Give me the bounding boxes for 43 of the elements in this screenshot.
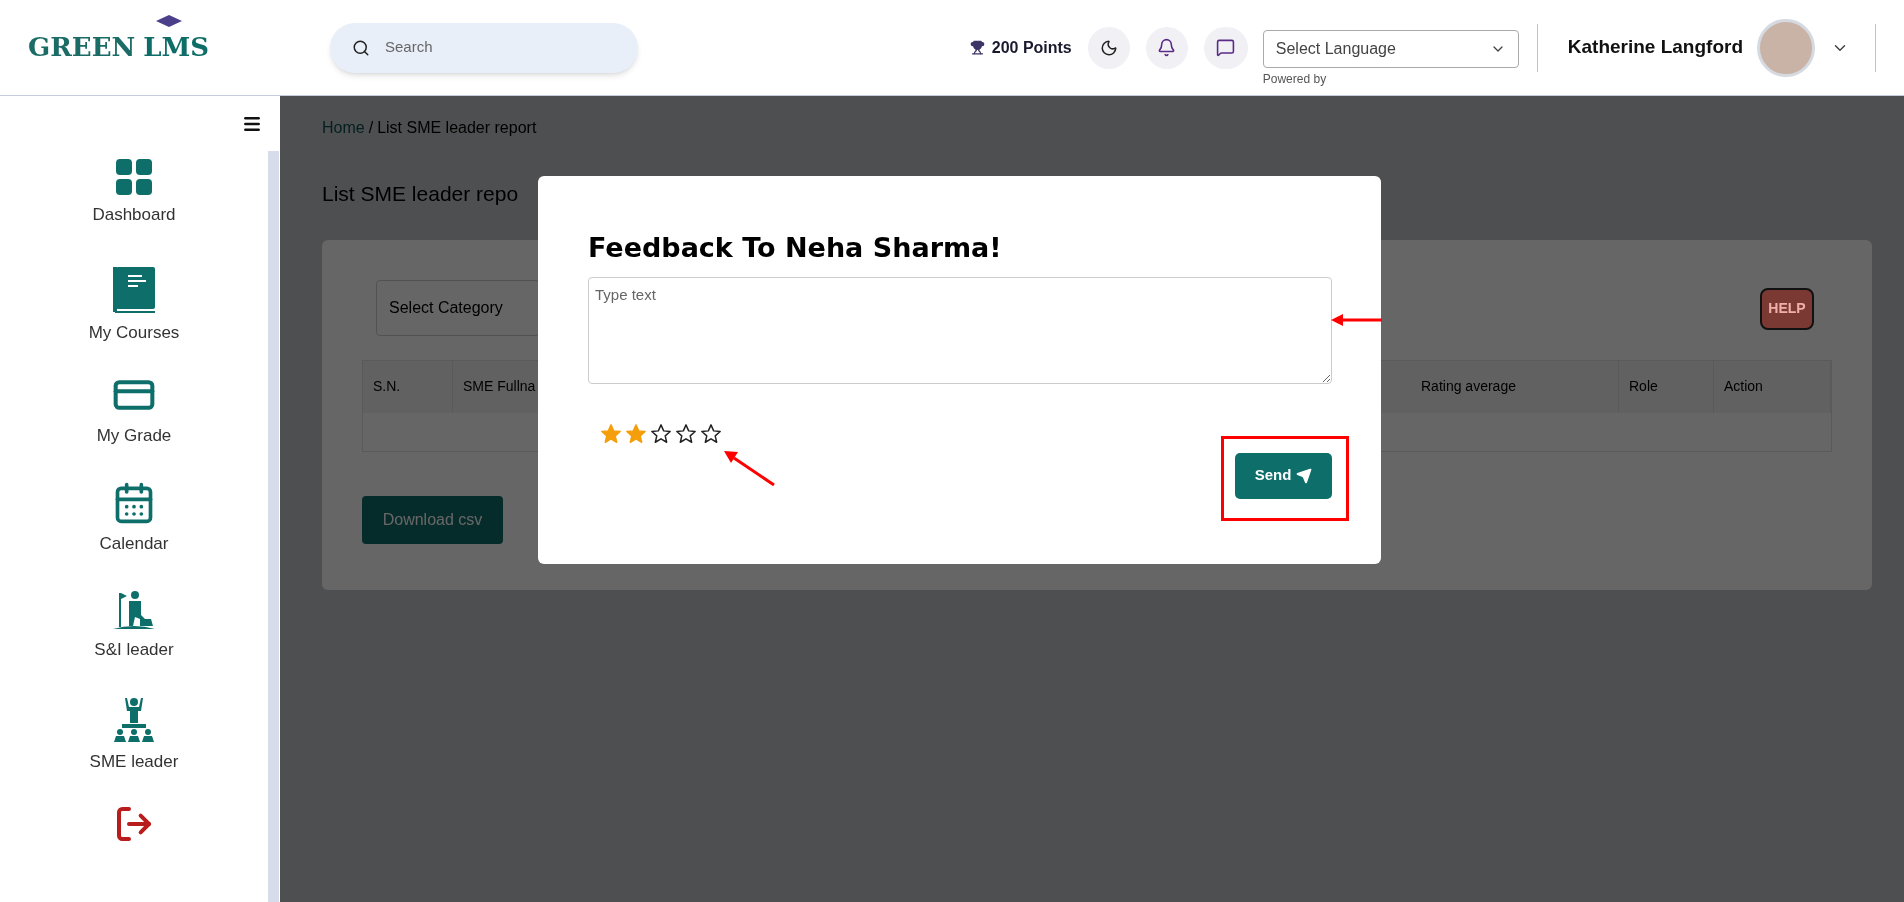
column-header: Role <box>1619 360 1714 413</box>
send-button[interactable]: Send <box>1235 452 1332 499</box>
logo[interactable]: GREEN LMS <box>28 28 303 67</box>
annotation-arrow <box>722 449 776 487</box>
scrollbar[interactable] <box>268 151 279 902</box>
column-header: S.N. <box>363 360 453 413</box>
page-title: List SME leader repo <box>322 181 520 207</box>
empty-star-icon[interactable] <box>650 422 672 445</box>
column-header: Rating average <box>1411 360 1619 413</box>
empty-star-icon[interactable] <box>675 422 697 445</box>
empty-star-icon[interactable] <box>700 422 722 445</box>
breadcrumb-current: List SME leader report <box>377 118 537 138</box>
paper-plane-icon <box>1296 467 1313 484</box>
search-input[interactable]: Search <box>385 36 585 59</box>
filled-star-icon[interactable] <box>600 422 622 445</box>
dialog-title: Feedback To Neha Sharma! <box>588 231 1003 265</box>
points-label: 200 Points <box>991 37 1072 58</box>
menu-icon[interactable] <box>242 114 262 134</box>
bell-icon <box>1157 38 1177 57</box>
sidebar-item[interactable]: My Courses <box>54 255 214 364</box>
filled-star-icon[interactable] <box>625 422 647 445</box>
leader-with-team-icon <box>112 696 156 743</box>
column-header: Action <box>1714 360 1831 413</box>
feedback-textarea[interactable]: Type text <box>588 276 1332 384</box>
search-field[interactable]: Search <box>330 22 638 73</box>
sidebar-item[interactable]: SME leader <box>54 686 214 795</box>
trophy-icon <box>969 40 985 55</box>
book-icon <box>112 265 156 314</box>
sidebar-item[interactable]: S&I leader <box>54 578 214 687</box>
help-badge[interactable]: HELP <box>1760 287 1814 330</box>
breadcrumb-separator: / <box>368 118 374 138</box>
user-name: Katherine Langford <box>1567 35 1743 60</box>
sidebar-item[interactable]: My Grade <box>54 363 214 472</box>
search-icon <box>352 38 370 57</box>
powered-by-label: Powered by <box>1262 70 1328 88</box>
star-rating[interactable] <box>600 422 722 445</box>
dashboard-icon <box>115 158 153 196</box>
language-select[interactable]: Select Language <box>1262 29 1519 68</box>
annotation-arrow <box>1330 313 1382 327</box>
moon-icon <box>1099 38 1118 57</box>
sidebar-item[interactable]: Dashboard <box>54 148 214 256</box>
chat-icon <box>1216 38 1236 57</box>
sidebar-item[interactable]: Calendar <box>54 471 214 579</box>
